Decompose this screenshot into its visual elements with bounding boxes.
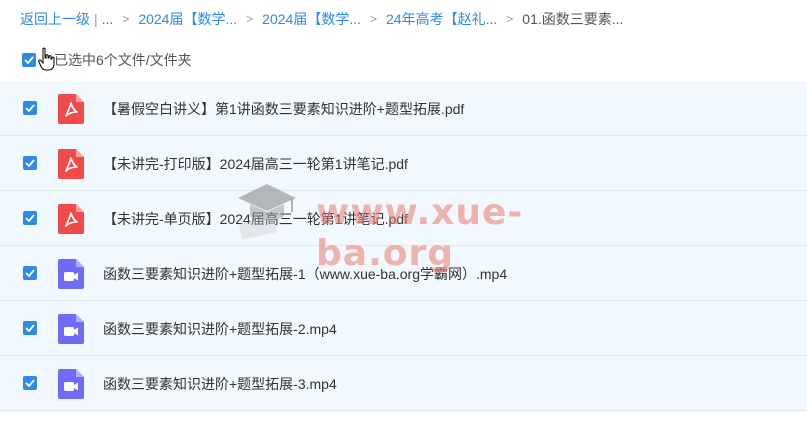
file-row[interactable]: 函数三要素知识进阶+题型拓展-3.mp4 (0, 356, 807, 411)
back-link[interactable]: 返回上一级 (20, 9, 90, 29)
file-name[interactable]: 函数三要素知识进阶+题型拓展-3.mp4 (103, 374, 337, 394)
breadcrumb-divider: | (94, 11, 98, 27)
video-file-icon (58, 369, 84, 399)
pdf-file-icon (58, 149, 84, 179)
chevron-right-icon: > (246, 12, 254, 26)
file-checkbox[interactable] (23, 211, 37, 225)
file-checkbox[interactable] (23, 156, 37, 170)
video-file-icon (58, 314, 84, 344)
file-row[interactable]: 【未讲完-打印版】2024届高三一轮第1讲笔记.pdf (0, 136, 807, 191)
file-row[interactable]: 函数三要素知识进阶+题型拓展-1（www.xue-ba.org学霸网）.mp4 (0, 246, 807, 301)
file-name[interactable]: 【未讲完-打印版】2024届高三一轮第1讲笔记.pdf (103, 154, 408, 174)
breadcrumb-ellipsis[interactable]: ... (102, 11, 114, 27)
video-file-icon (58, 259, 84, 289)
breadcrumb-item-3[interactable]: 24年高考【赵礼... (386, 9, 497, 29)
breadcrumb-current: 01.函数三要素... (522, 11, 624, 27)
pdf-file-icon (58, 94, 84, 124)
file-name[interactable]: 函数三要素知识进阶+题型拓展-1（www.xue-ba.org学霸网）.mp4 (103, 264, 507, 284)
breadcrumb-item-2[interactable]: 2024届【数学... (262, 9, 361, 29)
breadcrumb-item-1[interactable]: 2024届【数学... (138, 9, 237, 29)
pdf-file-icon (58, 204, 84, 234)
file-row[interactable]: 【未讲完-单页版】2024届高三一轮第1讲笔记.pdf (0, 191, 807, 246)
file-list: 【暑假空白讲义】第1讲函数三要素知识进阶+题型拓展.pdf 【未讲完-打印版】20… (0, 81, 807, 411)
select-all-checkbox[interactable] (22, 53, 36, 67)
file-checkbox[interactable] (23, 266, 37, 280)
file-row[interactable]: 函数三要素知识进阶+题型拓展-2.mp4 (0, 301, 807, 356)
file-name[interactable]: 【未讲完-单页版】2024届高三一轮第1讲笔记.pdf (103, 209, 408, 229)
breadcrumb: 返回上一级 | ... > 2024届【数学... > 2024届【数学... … (20, 8, 623, 30)
file-name[interactable]: 【暑假空白讲义】第1讲函数三要素知识进阶+题型拓展.pdf (103, 99, 464, 119)
selection-count-label: 已选中6个文件/文件夹 (54, 52, 192, 68)
file-row[interactable]: 【暑假空白讲义】第1讲函数三要素知识进阶+题型拓展.pdf (0, 81, 807, 136)
hand-cursor-icon (38, 47, 55, 71)
file-checkbox[interactable] (23, 376, 37, 390)
chevron-right-icon: > (122, 12, 130, 26)
file-name[interactable]: 函数三要素知识进阶+题型拓展-2.mp4 (103, 319, 337, 339)
file-checkbox[interactable] (23, 101, 37, 115)
file-checkbox[interactable] (23, 321, 37, 335)
chevron-right-icon: > (506, 12, 514, 26)
chevron-right-icon: > (370, 12, 378, 26)
